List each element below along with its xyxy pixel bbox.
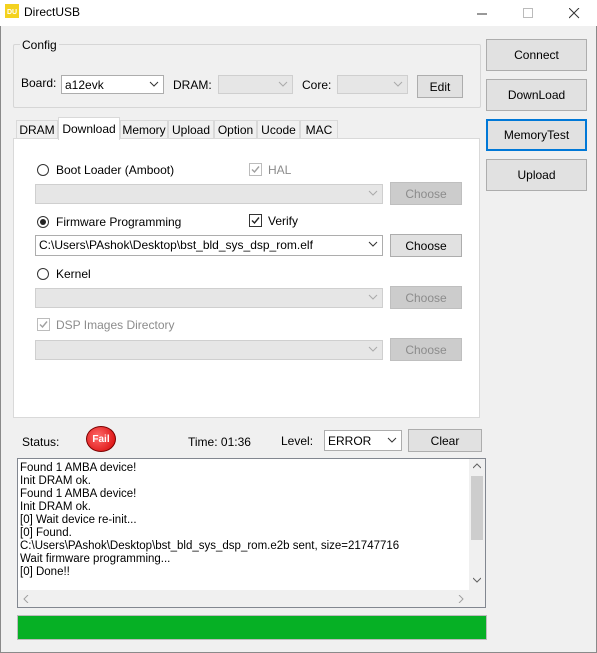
hal-label: HAL bbox=[268, 163, 292, 177]
firmware-path[interactable]: C:\Users\PAshok\Desktop\bst_bld_sys_dsp_… bbox=[35, 235, 383, 256]
log-line: Found 1 AMBA device! bbox=[20, 488, 137, 500]
close-icon bbox=[568, 7, 579, 18]
maximize-button[interactable] bbox=[505, 0, 551, 26]
core-label: Core: bbox=[302, 78, 332, 92]
scroll-down-icon[interactable] bbox=[473, 577, 481, 583]
chevron-down-icon bbox=[368, 241, 378, 247]
tab-mac[interactable]: MAC bbox=[300, 120, 338, 138]
checkmark-icon bbox=[251, 166, 260, 174]
chevron-down-icon bbox=[368, 190, 378, 196]
level-select[interactable]: ERROR bbox=[324, 430, 402, 451]
kernel-path[interactable] bbox=[35, 288, 383, 308]
log-output[interactable]: Found 1 AMBA device! Init DRAM ok. Found… bbox=[17, 458, 486, 608]
log-line: Wait firmware programming... bbox=[20, 553, 171, 565]
hal-checkbox[interactable] bbox=[249, 163, 262, 176]
level-select-value: ERROR bbox=[328, 434, 372, 448]
upload-button[interactable]: Upload bbox=[486, 159, 587, 191]
boot-loader-radio[interactable] bbox=[37, 164, 49, 176]
scroll-left-icon[interactable] bbox=[23, 595, 29, 603]
level-label: Level: bbox=[281, 434, 314, 448]
minimize-icon bbox=[476, 13, 487, 14]
time-label: Time: 01:36 bbox=[188, 435, 251, 449]
chevron-down-icon bbox=[368, 346, 378, 352]
edit-button[interactable]: Edit bbox=[417, 75, 463, 98]
verify-checkbox[interactable] bbox=[249, 214, 262, 227]
log-line: Found 1 AMBA device! bbox=[20, 462, 137, 474]
log-line: [0] Found. bbox=[20, 527, 72, 539]
close-button[interactable] bbox=[551, 0, 597, 26]
boot-loader-path[interactable] bbox=[35, 184, 383, 204]
board-select[interactable]: a12evk bbox=[61, 75, 164, 94]
tab-option[interactable]: Option bbox=[214, 120, 257, 138]
progress-bar bbox=[17, 615, 487, 640]
svg-text:DU: DU bbox=[7, 9, 17, 16]
download-button[interactable]: DownLoad bbox=[486, 79, 587, 111]
scroll-corner bbox=[469, 590, 485, 607]
log-lines: Found 1 AMBA device! Init DRAM ok. Found… bbox=[20, 462, 399, 579]
board-select-value: a12evk bbox=[65, 78, 104, 92]
memory-test-button[interactable]: MemoryTest bbox=[486, 119, 587, 151]
dram-select[interactable] bbox=[218, 75, 293, 94]
scroll-right-icon[interactable] bbox=[458, 595, 464, 603]
status-label: Status: bbox=[22, 435, 60, 449]
vertical-scroll-thumb[interactable] bbox=[471, 476, 483, 540]
log-line: Init DRAM ok. bbox=[20, 475, 91, 487]
tab-ucode[interactable]: Ucode bbox=[257, 120, 300, 138]
dsp-checkbox[interactable] bbox=[37, 318, 50, 331]
app-icon: DU bbox=[5, 4, 19, 18]
firmware-radio[interactable] bbox=[37, 216, 49, 228]
kernel-radio[interactable] bbox=[37, 268, 49, 280]
checkmark-icon bbox=[251, 217, 260, 225]
title-bar: DU DirectUSB bbox=[0, 0, 597, 26]
progress-fill bbox=[18, 616, 486, 639]
chevron-down-icon bbox=[149, 81, 159, 87]
tab-upload[interactable]: Upload bbox=[168, 120, 214, 138]
log-line: [0] Wait device re-init... bbox=[20, 514, 137, 526]
scroll-up-icon[interactable] bbox=[473, 463, 481, 469]
firmware-label: Firmware Programming bbox=[56, 215, 182, 229]
dsp-label: DSP Images Directory bbox=[56, 318, 175, 332]
log-line: Init DRAM ok. bbox=[20, 501, 91, 513]
verify-label: Verify bbox=[268, 214, 299, 228]
boot-loader-label: Boot Loader (Amboot) bbox=[56, 163, 175, 177]
tab-download[interactable]: Download bbox=[58, 117, 120, 140]
dsp-path[interactable] bbox=[35, 340, 383, 360]
dram-label: DRAM: bbox=[173, 78, 212, 92]
minimize-button[interactable] bbox=[459, 0, 505, 26]
connect-button[interactable]: Connect bbox=[486, 39, 587, 71]
checkmark-icon bbox=[39, 321, 48, 329]
fail-status-badge: Fail bbox=[86, 426, 116, 452]
clear-button[interactable]: Clear bbox=[408, 429, 482, 452]
chevron-down-icon bbox=[393, 81, 403, 87]
chevron-down-icon bbox=[278, 81, 288, 87]
chevron-down-icon bbox=[368, 294, 378, 300]
firmware-path-value: C:\Users\PAshok\Desktop\bst_bld_sys_dsp_… bbox=[39, 238, 313, 252]
chevron-down-icon bbox=[387, 437, 397, 443]
kernel-label: Kernel bbox=[56, 267, 91, 281]
log-line: [0] Done!! bbox=[20, 566, 70, 578]
boot-loader-choose-button[interactable]: Choose bbox=[390, 182, 462, 205]
window-title: DirectUSB bbox=[24, 5, 81, 19]
config-group-label: Config bbox=[20, 38, 59, 52]
firmware-choose-button[interactable]: Choose bbox=[390, 234, 462, 257]
core-select[interactable] bbox=[337, 75, 408, 94]
vertical-scrollbar[interactable] bbox=[469, 459, 485, 590]
log-line: C:\Users\PAshok\Desktop\bst_bld_sys_dsp_… bbox=[20, 540, 400, 552]
kernel-choose-button[interactable]: Choose bbox=[390, 286, 462, 309]
tab-memory[interactable]: Memory bbox=[120, 120, 168, 138]
board-label: Board: bbox=[21, 76, 57, 90]
maximize-icon bbox=[522, 7, 533, 18]
horizontal-scrollbar[interactable] bbox=[18, 590, 469, 607]
tab-dram[interactable]: DRAM bbox=[16, 120, 58, 138]
dsp-choose-button[interactable]: Choose bbox=[390, 338, 462, 361]
